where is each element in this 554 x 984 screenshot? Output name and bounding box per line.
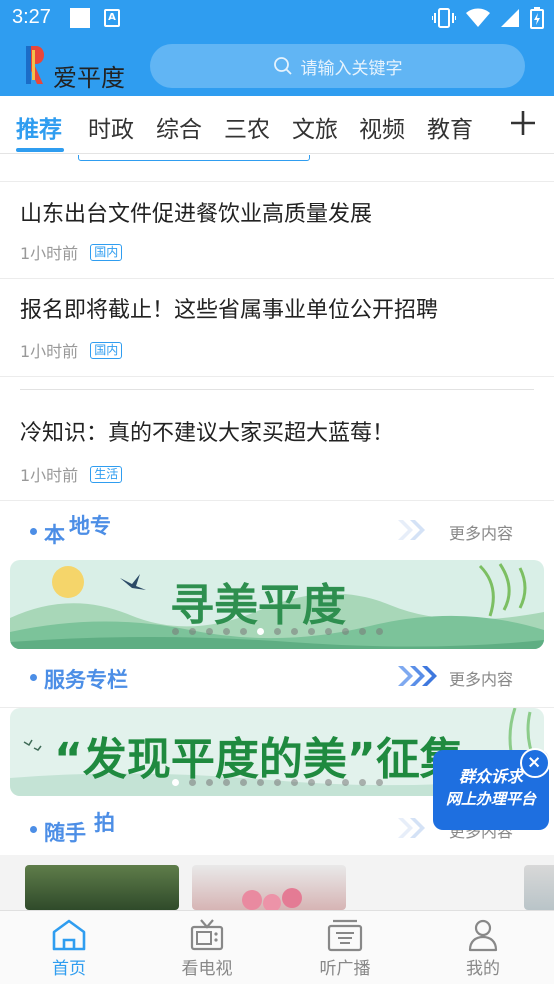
nav-profile[interactable]: 我的 [414,911,552,984]
news-time: 1小时前 [20,466,79,485]
more-content-link[interactable]: 更多内容 [449,666,513,690]
tab-culture-travel[interactable]: 文旅 [292,110,338,144]
photo-thumb[interactable] [192,865,346,910]
vibrate-icon [432,8,456,28]
separator-line [20,389,534,390]
nav-tv[interactable]: 看电视 [138,911,276,984]
active-tab-indicator [16,148,64,152]
section-title-a: 随手 [44,820,86,845]
add-channel-icon[interactable] [508,108,538,138]
close-icon[interactable] [520,748,550,778]
app-header: 爱平度 请输入关键字 [0,36,554,96]
news-tag: 国内 [90,341,123,359]
nav-label: 听广播 [319,959,371,979]
news-meta: 1小时前 国内 [20,338,123,362]
tab-politics[interactable]: 时政 [88,110,134,144]
cut-off-item [20,155,310,163]
app-name: 爱平度 [53,64,125,92]
nav-label: 看电视 [181,959,233,979]
news-tag: 国内 [90,243,123,261]
search-icon [273,57,292,75]
section-title-b: 地专 [69,513,111,538]
notification-icon [70,8,90,28]
section-local-header: 本 地专 更多内容 [0,502,554,558]
tab-agriculture[interactable]: 三农 [224,110,270,144]
news-meta: 1小时前 国内 [20,240,123,264]
photo-thumb[interactable] [524,865,554,910]
divider [0,500,554,501]
nav-home[interactable]: 首页 [0,911,138,984]
photo-thumb[interactable] [25,865,179,910]
signal-icon [501,9,519,27]
nav-label: 我的 [466,959,500,979]
section-title-b: 拍 [94,810,115,835]
news-title[interactable]: 报名即将截止！这些省属事业单位公开招聘 [20,292,438,324]
nav-label: 首页 [52,959,86,979]
search-placeholder: 请输入关键字 [300,58,403,79]
bottom-nav: 首页 看电视 听广播 我的 [0,910,554,984]
category-tabs: 推荐 时政 综合 三农 文旅 视频 教育 [0,96,554,154]
news-title[interactable]: 冷知识：真的不建议大家买超大蓝莓！ [20,415,394,447]
carousel-dots [10,628,544,635]
tab-video[interactable]: 视频 [359,110,405,144]
tv-icon [190,919,224,951]
banner-local-text: 寻美平度 [170,580,346,631]
nav-radio[interactable]: 听广播 [276,911,414,984]
news-time: 1小时前 [20,342,79,361]
section-title: 服务专栏 [44,667,128,692]
app-logo [26,46,44,84]
banner-local[interactable]: 寻美平度 [10,560,544,649]
status-time: 3:27 [12,6,51,28]
home-icon [52,919,86,951]
tab-general[interactable]: 综合 [156,110,202,144]
accessibility-icon: A [104,9,120,27]
more-arrows-icon[interactable] [396,518,440,542]
tab-recommend[interactable]: 推荐 [16,110,62,144]
wifi-icon [466,8,490,27]
status-icons [432,6,544,30]
status-bar: 3:27 A [0,0,554,36]
news-title[interactable]: 山东出台文件促进餐饮业高质量发展 [20,196,372,228]
section-title-a: 本 [44,522,65,547]
news-time: 1小时前 [20,244,79,263]
search-input[interactable]: 请输入关键字 [150,44,525,88]
divider [0,278,554,279]
news-tag: 生活 [90,465,123,483]
more-arrows-icon[interactable] [396,664,440,688]
cut-off-badge [78,155,310,161]
section-service-header: 服务专栏 更多内容 [0,652,554,708]
banner-service-text: “发现平度的美”征集 [54,734,464,785]
section-dot [30,826,37,833]
battery-icon [530,7,544,29]
badge-line2: 网上办理平台 [445,790,536,808]
app-screen: 3:27 A 爱平度 请输入关键字 推荐 时政 综合 三农 文旅 视频 教育 山… [0,0,554,984]
section-dot [30,674,37,681]
banner-local-art: 寻美平度 [10,560,544,649]
news-meta: 1小时前 生活 [20,462,123,486]
divider [0,181,554,182]
more-content-link[interactable]: 更多内容 [449,520,513,544]
section-dot [30,528,37,535]
radio-icon [327,919,363,952]
profile-icon [468,919,498,952]
divider [0,376,554,377]
tab-education[interactable]: 教育 [427,110,473,144]
flower-photo [242,888,302,910]
